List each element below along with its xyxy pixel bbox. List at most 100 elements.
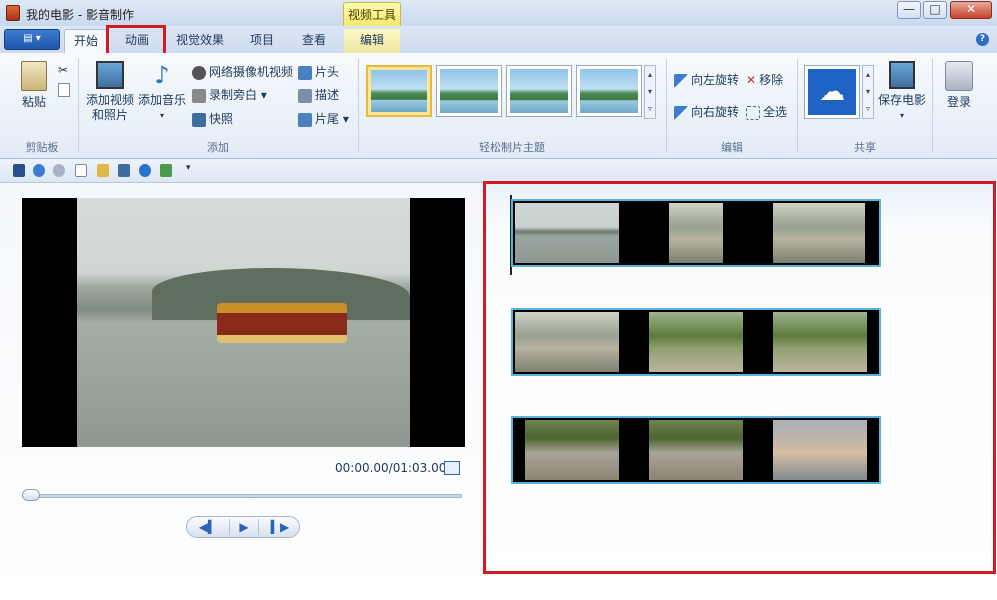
- tab-home[interactable]: 开始: [64, 29, 108, 53]
- theme-thumbnail[interactable]: [576, 65, 642, 117]
- theme-gallery-scroll[interactable]: ▴ ▾ ▿: [644, 65, 656, 119]
- maximize-button[interactable]: □: [923, 1, 947, 19]
- storyboard-highlight: [483, 181, 996, 574]
- open-project-icon[interactable]: [97, 164, 109, 177]
- add-music-button[interactable]: ♪ 添加音乐 ▾: [136, 61, 188, 123]
- share-gallery-scroll[interactable]: ▴ ▾ ▿: [862, 65, 874, 119]
- rotate-left-label: 向左旋转: [691, 73, 740, 87]
- add-videos-photos-button[interactable]: 添加视频 和照片: [84, 61, 136, 123]
- tab-edit[interactable]: 编辑: [344, 29, 400, 53]
- title-label: 片头: [315, 65, 340, 79]
- quick-access-toolbar: ▾: [0, 159, 997, 183]
- add-photos-icon[interactable]: [118, 164, 130, 177]
- redo-icon[interactable]: [53, 164, 65, 177]
- customize-toolbar-icon[interactable]: ▾: [186, 163, 191, 173]
- webcam-icon: [192, 65, 206, 80]
- select-all-icon: [746, 105, 760, 120]
- caption-button[interactable]: 描述: [298, 86, 339, 104]
- theme-preview-image: [371, 70, 427, 112]
- group-separator: [358, 59, 359, 153]
- add-videos-label-1: 添加视频: [85, 93, 134, 107]
- video-tools-context-label: 视频工具: [343, 2, 401, 28]
- group-separator: [932, 59, 933, 153]
- theme-preview-image: [440, 69, 498, 113]
- ribbon: 粘贴 ✂ 剪贴板 添加视频 和照片 ♪ 添加音乐 ▾ 网络摄像机视频 录制旁白 …: [0, 53, 997, 159]
- tab-visual-effects[interactable]: 视觉效果: [168, 29, 232, 53]
- theme-thumbnail[interactable]: [506, 65, 572, 117]
- rotate-right-icon: [674, 105, 688, 120]
- rotate-right-button[interactable]: 向右旋转: [674, 103, 739, 121]
- rotate-left-button[interactable]: 向左旋转: [674, 71, 739, 89]
- paste-button[interactable]: 粘贴: [14, 61, 54, 110]
- rotate-left-icon: [674, 73, 688, 88]
- play-button[interactable]: ▶: [229, 519, 259, 535]
- preview-boat: [217, 303, 347, 343]
- save-movie-button[interactable]: 保存电影 ▾: [876, 61, 928, 123]
- close-button[interactable]: ✕: [950, 1, 992, 19]
- rotate-right-label: 向右旋转: [691, 105, 740, 119]
- film-photo-icon: [96, 61, 124, 89]
- fullscreen-icon[interactable]: [444, 461, 460, 475]
- save-movie-label: 保存电影: [877, 93, 926, 107]
- snapshot-save-icon[interactable]: [160, 164, 172, 177]
- minimize-button[interactable]: —: [897, 1, 921, 19]
- microphone-icon: [192, 88, 206, 103]
- onedrive-cloud-icon: ☁: [808, 69, 856, 115]
- paste-label: 粘贴: [21, 95, 46, 109]
- group-separator: [797, 59, 798, 153]
- credits-label: 片尾: [315, 112, 340, 126]
- timecode: 00:00.00/01:03.00: [335, 461, 447, 475]
- theme-thumbnail[interactable]: [366, 65, 432, 117]
- credits-icon: [298, 112, 312, 127]
- add-music-label: 添加音乐: [137, 93, 186, 107]
- save-movie-dropdown-icon[interactable]: ▾: [876, 108, 928, 123]
- add-music-icon[interactable]: [139, 164, 151, 177]
- remove-icon: ✕: [746, 73, 757, 87]
- undo-icon[interactable]: [33, 164, 45, 177]
- select-all-button[interactable]: 全选: [746, 103, 787, 121]
- onedrive-share-button[interactable]: ☁: [804, 65, 860, 119]
- save-icon[interactable]: [13, 164, 25, 177]
- clipboard-icon: [21, 61, 47, 91]
- tab-project[interactable]: 项目: [240, 29, 284, 53]
- credits-button[interactable]: 片尾 ▾: [298, 110, 349, 128]
- remove-label: 移除: [759, 73, 784, 87]
- snapshot-icon: [192, 112, 206, 127]
- cut-icon[interactable]: ✂: [58, 63, 70, 77]
- group-separator: [78, 59, 79, 153]
- save-movie-icon: [889, 61, 915, 89]
- copy-icon[interactable]: [58, 83, 70, 97]
- music-note-icon: ♪: [154, 61, 170, 89]
- window-title: 我的电影 - 影音制作: [26, 8, 134, 22]
- video-preview[interactable]: [22, 198, 465, 447]
- group-separator: [666, 59, 667, 153]
- add-music-dropdown-icon[interactable]: ▾: [136, 108, 188, 123]
- record-narration-button[interactable]: 录制旁白 ▾: [192, 86, 267, 104]
- seek-thumb[interactable]: [22, 489, 40, 501]
- snapshot-button[interactable]: 快照: [192, 110, 233, 128]
- preview-frame-image: [77, 198, 410, 447]
- sign-in-button[interactable]: 登录: [938, 61, 980, 110]
- add-videos-label-2: 和照片: [91, 108, 128, 122]
- user-avatar-icon: [945, 61, 973, 91]
- share-group-label: 共享: [854, 141, 876, 154]
- app-menu-button[interactable]: ▤ ▾: [4, 29, 60, 50]
- webcam-video-button[interactable]: 网络摄像机视频: [192, 63, 293, 81]
- new-project-icon[interactable]: [75, 164, 87, 177]
- title-icon: [298, 65, 312, 80]
- next-frame-button[interactable]: ▍▶: [265, 519, 295, 535]
- seek-bar[interactable]: [22, 494, 462, 498]
- title-button[interactable]: 片头: [298, 63, 339, 81]
- clipboard-group-label: 剪贴板: [25, 141, 59, 154]
- previous-frame-button[interactable]: ◀▍: [193, 519, 223, 535]
- help-icon[interactable]: ?: [976, 33, 989, 46]
- snapshot-label: 快照: [209, 112, 234, 126]
- tab-view[interactable]: 查看: [292, 29, 336, 53]
- select-all-label: 全选: [763, 105, 788, 119]
- theme-thumbnail[interactable]: [436, 65, 502, 117]
- remove-button[interactable]: ✕ 移除: [746, 71, 783, 89]
- preview-pane: 00:00.00/01:03.00 ◀▍ ▶ ▍▶: [0, 183, 480, 600]
- sign-in-label: 登录: [946, 95, 971, 109]
- theme-preview-image: [510, 69, 568, 113]
- movie-maker-icon[interactable]: [6, 5, 20, 21]
